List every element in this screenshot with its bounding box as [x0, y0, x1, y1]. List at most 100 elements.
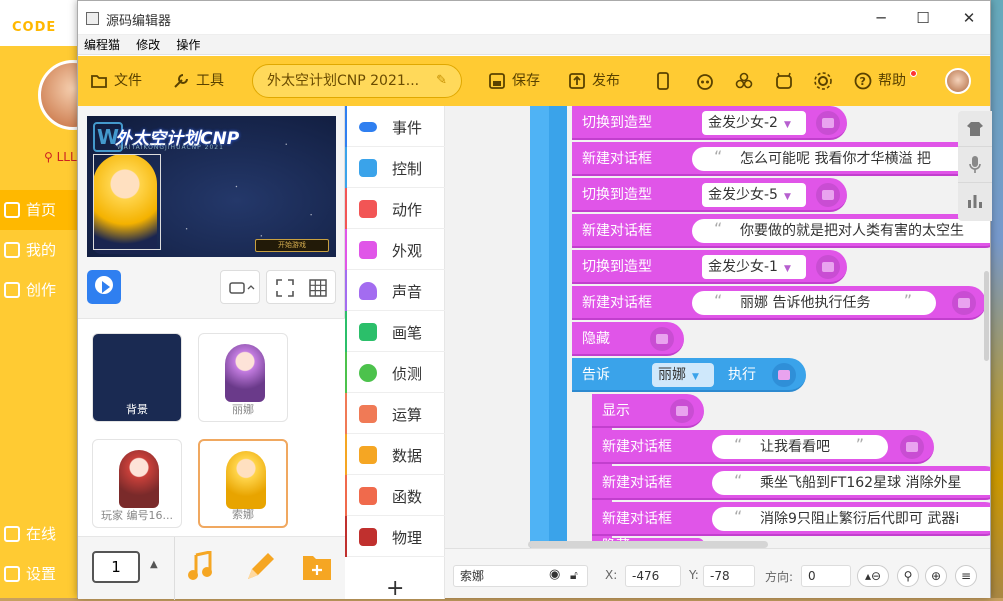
category-label: 动作 [392, 201, 423, 219]
block-new-dialog[interactable]: 新建对话框 “乘坐飞船到FT162星球 消除外星 [592, 466, 990, 500]
fullscreen-icon[interactable] [275, 278, 295, 302]
publish-button[interactable]: 发布 [568, 69, 620, 93]
shirt-icon [816, 255, 840, 279]
sprite-card-player[interactable]: 玩家 编号16... [92, 439, 182, 528]
costume-dropdown[interactable]: 金发少女-1 ▼ [702, 255, 806, 279]
bar-chart-icon[interactable] [958, 183, 992, 219]
question-icon: ? [854, 72, 872, 90]
x-coordinate-field[interactable]: -476 [625, 565, 681, 587]
block-tell[interactable]: 告诉 丽娜 ▼ 执行 [572, 358, 806, 392]
dialog-text-input[interactable]: “丽娜 告诉他执行任务” [692, 291, 936, 315]
block-new-dialog[interactable]: 新建对话框 “让我看看吧” [592, 430, 934, 464]
phone-icon[interactable] [653, 71, 673, 91]
direction-field[interactable]: 0 [801, 565, 851, 587]
close-button[interactable]: ✕ [958, 7, 980, 29]
fx-icon [359, 487, 377, 505]
bg-nav-online[interactable]: 在线 [0, 514, 80, 554]
bg-nav-home[interactable]: 首页 [0, 190, 80, 230]
scene-selector[interactable]: 1 [92, 551, 140, 583]
microphone-icon[interactable] [958, 147, 992, 183]
block-switch-costume[interactable]: 切换到造型 金发少女-5 ▼ [572, 178, 847, 212]
grid-icon[interactable] [308, 278, 328, 302]
pencil-draw-icon[interactable] [244, 551, 274, 587]
robot-icon[interactable] [695, 71, 715, 91]
block-new-dialog[interactable]: 新建对话框 “怎么可能呢 我看你才华横溢 把 [572, 142, 990, 176]
hexagons-icon[interactable] [734, 71, 754, 91]
category-shirt[interactable]: 外观 [345, 229, 445, 270]
menu-codecat[interactable]: 编程猫 [84, 35, 120, 55]
menu-edit[interactable]: 修改 [136, 35, 160, 55]
block-new-dialog[interactable]: 新建对话框 “你要做的就是把对人类有害的太空生 [572, 214, 990, 248]
file-button[interactable]: 文件 [90, 69, 142, 93]
menu-operate[interactable]: 操作 [176, 35, 200, 55]
zoom-in-button[interactable]: ⊕ [925, 565, 947, 587]
eye-icon[interactable]: ◉ [549, 565, 560, 585]
help-button[interactable]: ? 帮助 [854, 69, 906, 93]
sprite-card-background[interactable]: 背景 [92, 333, 182, 422]
shirt-icon [359, 241, 377, 259]
zoom-out-button[interactable]: ▴⊖ [857, 565, 889, 587]
stage-size-dropdown[interactable] [220, 270, 260, 304]
category-mic[interactable]: 声音 [345, 270, 445, 311]
sprite-thumbnail [119, 450, 159, 508]
mascot-icon[interactable] [774, 71, 794, 91]
category-target[interactable]: 侦测 [345, 352, 445, 393]
y-coordinate-field[interactable]: -78 [703, 565, 755, 587]
run-button[interactable] [87, 270, 121, 304]
menu-icon[interactable]: ≡ [955, 565, 977, 587]
lock-icon[interactable]: 🔓︎ [570, 565, 578, 585]
category-gamepad[interactable]: 控制 [345, 147, 445, 188]
costume-dropdown[interactable]: 金发少女-2 ▼ [702, 111, 806, 135]
block-switch-costume[interactable]: 切换到造型 金发少女-2 ▼ [572, 106, 847, 140]
maximize-button[interactable]: ☐ [912, 7, 934, 29]
category-bars[interactable]: 数据 [345, 434, 445, 475]
costume-panel-icon[interactable] [958, 111, 992, 147]
sprite-thumbnail [226, 451, 266, 509]
minimize-button[interactable]: ─ [870, 7, 892, 29]
bg-nav-create[interactable]: 创作 [0, 270, 80, 310]
dialog-text-input[interactable]: “让我看看吧” [712, 435, 888, 459]
bg-nav-mine[interactable]: 我的 [0, 230, 80, 270]
category-ghost[interactable]: 动作 [345, 188, 445, 229]
horizontal-scrollbar[interactable] [528, 541, 768, 548]
vertical-scrollbar[interactable] [984, 271, 989, 361]
stage-canvas[interactable]: W 外太空计划CNP WAITAIKONGJIHUACNP 2021 开始游戏 [87, 116, 336, 257]
play-icon [102, 281, 110, 293]
dialog-text-input[interactable]: “你要做的就是把对人类有害的太空生 [692, 219, 990, 243]
dialog-text-input[interactable]: “乘坐飞船到FT162星球 消除外星 [712, 471, 990, 495]
category-pen[interactable]: 画笔 [345, 311, 445, 352]
code-workspace[interactable]: 切换到造型 金发少女-2 ▼ 新建对话框 “怎么可能呢 我看你才华横溢 把 切换到… [445, 106, 990, 548]
sprite-card-lina[interactable]: 丽娜 [198, 333, 288, 422]
tools-button[interactable]: 工具 [172, 69, 224, 93]
sprite-name-field[interactable]: 索娜 ◉ 🔓︎ [453, 565, 588, 587]
zoom-reset-button[interactable]: ⚲ [897, 565, 919, 587]
category-fx[interactable]: 函数 [345, 475, 445, 516]
shirt-icon [816, 111, 840, 135]
settings-gear-icon[interactable] [813, 71, 833, 91]
folder-add-icon[interactable] [302, 553, 332, 585]
bg-nav-settings[interactable]: 设置 [0, 554, 80, 594]
user-avatar[interactable] [945, 68, 971, 94]
save-button[interactable]: 保存 [488, 69, 540, 93]
block-new-dialog[interactable]: 新建对话框 “丽娜 告诉他执行任务” [572, 286, 986, 320]
add-category-button[interactable]: + [386, 576, 404, 601]
dialog-text-input[interactable]: “怎么可能呢 我看你才华横溢 把 [692, 147, 990, 171]
start-game-button[interactable]: 开始游戏 [255, 239, 329, 252]
costume-dropdown[interactable]: 金发少女-5 ▼ [702, 183, 806, 207]
category-toggle[interactable]: 事件 [345, 106, 445, 147]
music-icon[interactable] [186, 550, 216, 587]
block-show[interactable]: 显示 [592, 394, 704, 428]
sprite-card-sona[interactable]: 索娜 [198, 439, 288, 528]
category-magnet[interactable]: 物理 [345, 516, 445, 557]
sprite-list: 背景 丽娜 玩家 编号16... 索娜 [78, 318, 345, 536]
scene-dropdown-arrow[interactable]: ▲ [150, 559, 158, 570]
block-new-dialog[interactable]: 新建对话框 “消除9只阻止繁衍后代即可 武器i [592, 502, 990, 536]
desktop-background [990, 0, 1003, 598]
dialog-text-input[interactable]: “消除9只阻止繁衍后代即可 武器i [712, 507, 990, 531]
category-calc[interactable]: 运算 [345, 393, 445, 434]
block-switch-costume[interactable]: 切换到造型 金发少女-1 ▼ [572, 250, 847, 284]
headset-icon [4, 526, 20, 542]
project-name-field[interactable]: 外太空计划CNP 2021... ✎ [252, 64, 462, 98]
block-hide[interactable]: 隐藏 [572, 322, 684, 356]
tell-target-dropdown[interactable]: 丽娜 ▼ [652, 363, 714, 387]
